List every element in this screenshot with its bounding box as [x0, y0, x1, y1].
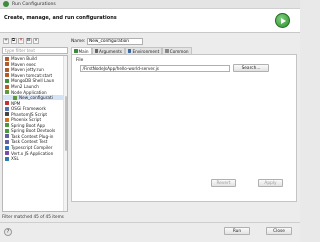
delete-config-icon[interactable]: ✕ [18, 38, 24, 44]
file-path-field[interactable]: /FirstNodeJsApp/hello-world-server.js [80, 64, 230, 72]
file-group: File /FirstNodeJsApp/hello-world-server.… [76, 58, 293, 75]
config-type-icon [5, 112, 9, 117]
config-type-icon [5, 101, 9, 106]
config-type-icon [5, 134, 9, 139]
tab-label: Main [78, 48, 89, 54]
config-type-icon [5, 78, 9, 83]
tab-icon [74, 49, 78, 53]
config-type-icon [5, 151, 9, 156]
revert-button[interactable]: Revert [211, 179, 236, 187]
file-label: File [76, 58, 84, 63]
tab-icon [127, 49, 132, 53]
tab-label: Common [169, 48, 189, 54]
filter-input[interactable]: type filter text [2, 47, 68, 54]
tree-item-label: New_configurati [19, 95, 53, 101]
filter-status: Filter matched 45 of 45 items [2, 214, 64, 219]
tree-item-label: Maven jetty:run [11, 67, 44, 73]
tab-environment[interactable]: Environment [124, 47, 163, 54]
tree-item-label: Maven tomcat:start [11, 72, 53, 78]
tree-scroll-thumb[interactable] [64, 96, 67, 151]
config-type-icon [5, 123, 9, 128]
config-type-icon [5, 139, 9, 144]
search-button[interactable]: Search... [233, 64, 269, 72]
tree-item-label: Maven exec [11, 61, 36, 67]
config-type-icon [5, 56, 9, 61]
dialog-header: Create, manage, and run configurations [0, 9, 300, 33]
config-tabs: Main Arguments Environment Common [71, 47, 297, 54]
config-type-icon [13, 95, 17, 100]
tree-item-label: Phoenix Script [11, 117, 42, 123]
tab-label: Arguments [99, 48, 122, 54]
config-toolbar: + ⧉ ✕ ⊟ ⋎ [2, 37, 68, 45]
tree-item[interactable]: XSL [3, 156, 67, 162]
config-editor-pane: Name: Main Arguments Environment Common Fil… [71, 37, 297, 221]
title-bar: Run Configurations [0, 0, 300, 9]
tree-item-label: XSL [11, 156, 19, 162]
run-config-icon [275, 13, 290, 28]
config-type-icon [5, 156, 9, 161]
tree-item-label: Mvn2 Launch [11, 84, 39, 89]
tree-item-label: Spring Boot App [11, 122, 45, 128]
tree-item-label: Vert.x JS Application [11, 150, 54, 156]
config-type-icon [5, 145, 9, 150]
config-type-icon [5, 62, 9, 67]
tree-item-label: Task Context Test [11, 139, 48, 145]
filter-icon[interactable]: ⋎ [33, 38, 39, 44]
apply-button[interactable]: Apply [258, 179, 283, 187]
tree-item-label: OSGi Framework [11, 106, 46, 112]
help-icon[interactable]: ? [4, 228, 12, 236]
tree-item-label: NPM [11, 100, 21, 106]
config-type-icon [5, 84, 9, 89]
header-title: Create, manage, and run configurations [4, 15, 117, 21]
run-button[interactable]: Run [224, 227, 250, 235]
window-title: Run Configurations [12, 1, 56, 7]
tree-item-label: Task Context Plug-in [11, 133, 54, 139]
tree-item-label: PhantomJS Script [11, 111, 48, 117]
tree-item-label: Spring Boot Devtools [11, 128, 56, 134]
tree-item-label: Typescript Compiler [11, 145, 53, 151]
config-type-icon [5, 106, 9, 111]
tab-main[interactable]: Main [71, 47, 92, 54]
config-name-field[interactable] [87, 37, 143, 45]
close-button[interactable]: Close [266, 227, 292, 235]
tree-item-label: Maven Build [11, 56, 37, 62]
config-type-icon [5, 117, 9, 122]
config-type-icon [5, 73, 9, 78]
tab-label: Environment [132, 48, 160, 54]
new-config-icon[interactable]: + [3, 38, 9, 44]
config-list-pane: + ⧉ ✕ ⊟ ⋎ type filter text Maven Build Ma… [2, 37, 68, 220]
tab-icon [165, 49, 169, 53]
config-type-icon [5, 128, 9, 133]
tab-icon [94, 49, 98, 53]
run-configurations-window: Run Configurations Create, manage, and r… [0, 0, 300, 242]
tree-scrollbar[interactable] [63, 56, 67, 211]
config-type-icon [5, 90, 9, 95]
name-label: Name: [71, 38, 86, 44]
app-icon [3, 1, 9, 7]
footer-divider [0, 222, 300, 223]
tab-arguments[interactable]: Arguments [91, 47, 125, 54]
collapse-all-icon[interactable]: ⊟ [25, 38, 32, 44]
tab-common[interactable]: Common [162, 47, 192, 54]
tree-item-label: Node Application [11, 89, 47, 95]
config-type-icon [5, 67, 9, 72]
duplicate-config-icon[interactable]: ⧉ [10, 38, 17, 44]
config-tree: Maven Build Maven exec Maven jetty:run Mave… [2, 55, 68, 212]
tree-item-label: MongoDB Shell Laun [11, 78, 55, 84]
